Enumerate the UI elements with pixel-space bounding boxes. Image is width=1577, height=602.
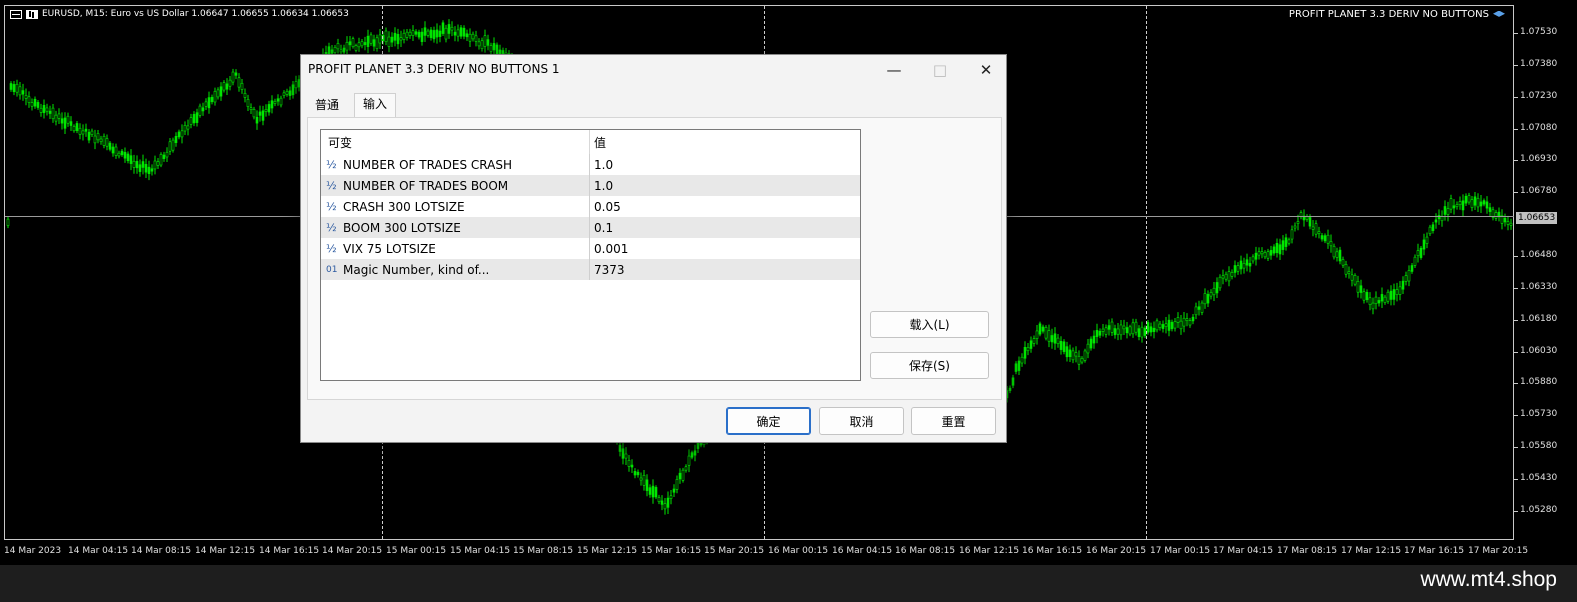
param-value[interactable]: 7373	[589, 259, 860, 280]
time-label: 16 Mar 16:15	[1022, 546, 1083, 556]
ea-name-text: PROFIT PLANET 3.3 DERIV NO BUTTONS	[1288, 9, 1489, 20]
time-label: 16 Mar 20:15	[1086, 546, 1147, 556]
param-row[interactable]: 01 Magic Number, kind of... 7373	[321, 259, 860, 280]
param-name: NUMBER OF TRADES BOOM	[343, 178, 509, 193]
price-label: 1.05580	[1520, 441, 1558, 451]
variable-column-header[interactable]: 可变	[328, 130, 352, 154]
time-label: 14 Mar 04:15	[68, 546, 129, 556]
time-label: 16 Mar 04:15	[832, 546, 893, 556]
expert-advisor-label[interactable]: PROFIT PLANET 3.3 DERIV NO BUTTONS	[1289, 9, 1505, 20]
value-column-header[interactable]: 值	[589, 130, 860, 154]
time-label: 14 Mar 20:15	[322, 546, 383, 556]
double-type-icon: ½	[326, 221, 337, 234]
price-label: 1.05880	[1520, 377, 1558, 387]
maximize-icon: □	[932, 61, 948, 79]
close-button[interactable]: ✕	[963, 55, 1009, 85]
time-label: 17 Mar 04:15	[1213, 546, 1274, 556]
price-label: 1.06030	[1520, 346, 1558, 356]
parameters-grid: 可变 值 ½ NUMBER OF TRADES CRASH 1.0 ½ NUMB…	[320, 129, 861, 381]
time-label: 17 Mar 12:15	[1341, 546, 1402, 556]
chart-info-bar: EURUSD, M15: Euro vs US Dollar 1.06647 1…	[10, 9, 349, 19]
price-label: 1.06180	[1520, 314, 1558, 324]
time-label: 16 Mar 12:15	[959, 546, 1020, 556]
param-row[interactable]: ½ VIX 75 LOTSIZE 0.001	[321, 238, 860, 259]
price-label: 1.07230	[1520, 91, 1558, 101]
time-label: 15 Mar 04:15	[450, 546, 511, 556]
price-label: 1.05280	[1520, 505, 1558, 515]
time-label: 17 Mar 20:15	[1468, 546, 1529, 556]
double-type-icon: ½	[326, 200, 337, 213]
param-name: NUMBER OF TRADES CRASH	[343, 157, 512, 172]
grid-header: 可变 值	[321, 130, 860, 154]
dialog-title: PROFIT PLANET 3.3 DERIV NO BUTTONS 1	[308, 62, 560, 76]
chart-bars-icon	[26, 9, 38, 19]
load-button[interactable]: 载入(L)	[870, 311, 989, 338]
double-type-icon: ½	[326, 242, 337, 255]
time-label: 15 Mar 20:15	[704, 546, 765, 556]
time-label: 16 Mar 08:15	[895, 546, 956, 556]
param-row[interactable]: ½ CRASH 300 LOTSIZE 0.05	[321, 196, 860, 217]
ea-properties-dialog: PROFIT PLANET 3.3 DERIV NO BUTTONS 1 — □…	[300, 54, 1007, 443]
time-label: 16 Mar 00:15	[768, 546, 829, 556]
param-value[interactable]: 0.1	[589, 217, 860, 238]
time-label: 17 Mar 16:15	[1404, 546, 1465, 556]
cancel-button[interactable]: 取消	[819, 407, 904, 435]
time-label: 14 Mar 08:15	[131, 546, 192, 556]
double-type-icon: ½	[326, 158, 337, 171]
time-label: 14 Mar 12:15	[195, 546, 256, 556]
inputs-panel: 可变 值 ½ NUMBER OF TRADES CRASH 1.0 ½ NUMB…	[307, 117, 1002, 400]
save-button[interactable]: 保存(S)	[870, 352, 989, 379]
price-label: 1.05730	[1520, 409, 1558, 419]
param-name: VIX 75 LOTSIZE	[343, 241, 436, 256]
param-value[interactable]: 0.05	[589, 196, 860, 217]
minimize-button[interactable]: —	[871, 55, 917, 85]
time-label: 17 Mar 08:15	[1277, 546, 1338, 556]
time-label: 15 Mar 12:15	[577, 546, 638, 556]
time-label: 15 Mar 08:15	[513, 546, 574, 556]
time-label: 15 Mar 00:15	[386, 546, 447, 556]
time-label: 14 Mar 2023	[4, 546, 62, 556]
price-label: 1.06480	[1520, 250, 1558, 260]
param-name: Magic Number, kind of...	[343, 262, 490, 277]
symbol-info: EURUSD, M15: Euro vs US Dollar 1.06647 1…	[42, 9, 349, 19]
day-separator	[1146, 6, 1147, 539]
param-value[interactable]: 1.0	[589, 175, 860, 196]
tab-inputs[interactable]: 输入	[354, 93, 397, 117]
param-value[interactable]: 1.0	[589, 154, 860, 175]
price-label: 1.06930	[1520, 154, 1558, 164]
ok-button[interactable]: 确定	[726, 407, 811, 435]
watermark-text: www.mt4.shop	[1420, 568, 1557, 591]
param-row[interactable]: ½ NUMBER OF TRADES CRASH 1.0	[321, 154, 860, 175]
price-label: 1.05430	[1520, 473, 1558, 483]
time-label: 17 Mar 00:15	[1150, 546, 1211, 556]
price-label: 1.07080	[1520, 123, 1558, 133]
tab-general[interactable]: 普通	[307, 95, 347, 116]
param-row[interactable]: ½ BOOM 300 LOTSIZE 0.1	[321, 217, 860, 238]
time-label: 15 Mar 16:15	[641, 546, 702, 556]
param-name: BOOM 300 LOTSIZE	[343, 220, 461, 235]
close-icon: ✕	[979, 61, 993, 79]
maximize-button: □	[917, 55, 963, 85]
footer-bar	[0, 565, 1577, 602]
reset-button[interactable]: 重置	[911, 407, 996, 435]
double-type-icon: ½	[326, 179, 337, 192]
price-label: 1.06330	[1520, 282, 1558, 292]
param-name: CRASH 300 LOTSIZE	[343, 199, 465, 214]
time-label: 14 Mar 16:15	[259, 546, 320, 556]
param-value[interactable]: 0.001	[589, 238, 860, 259]
price-label: 1.07380	[1520, 59, 1558, 69]
param-row[interactable]: ½ NUMBER OF TRADES BOOM 1.0	[321, 175, 860, 196]
price-label: 1.07530	[1520, 27, 1558, 37]
table-icon	[10, 9, 22, 19]
graduation-cap-icon	[1493, 10, 1505, 17]
minimize-icon: —	[886, 61, 902, 79]
integer-type-icon: 01	[326, 264, 338, 275]
price-label: 1.06780	[1520, 186, 1558, 196]
current-price-badge: 1.06653	[1516, 212, 1558, 224]
